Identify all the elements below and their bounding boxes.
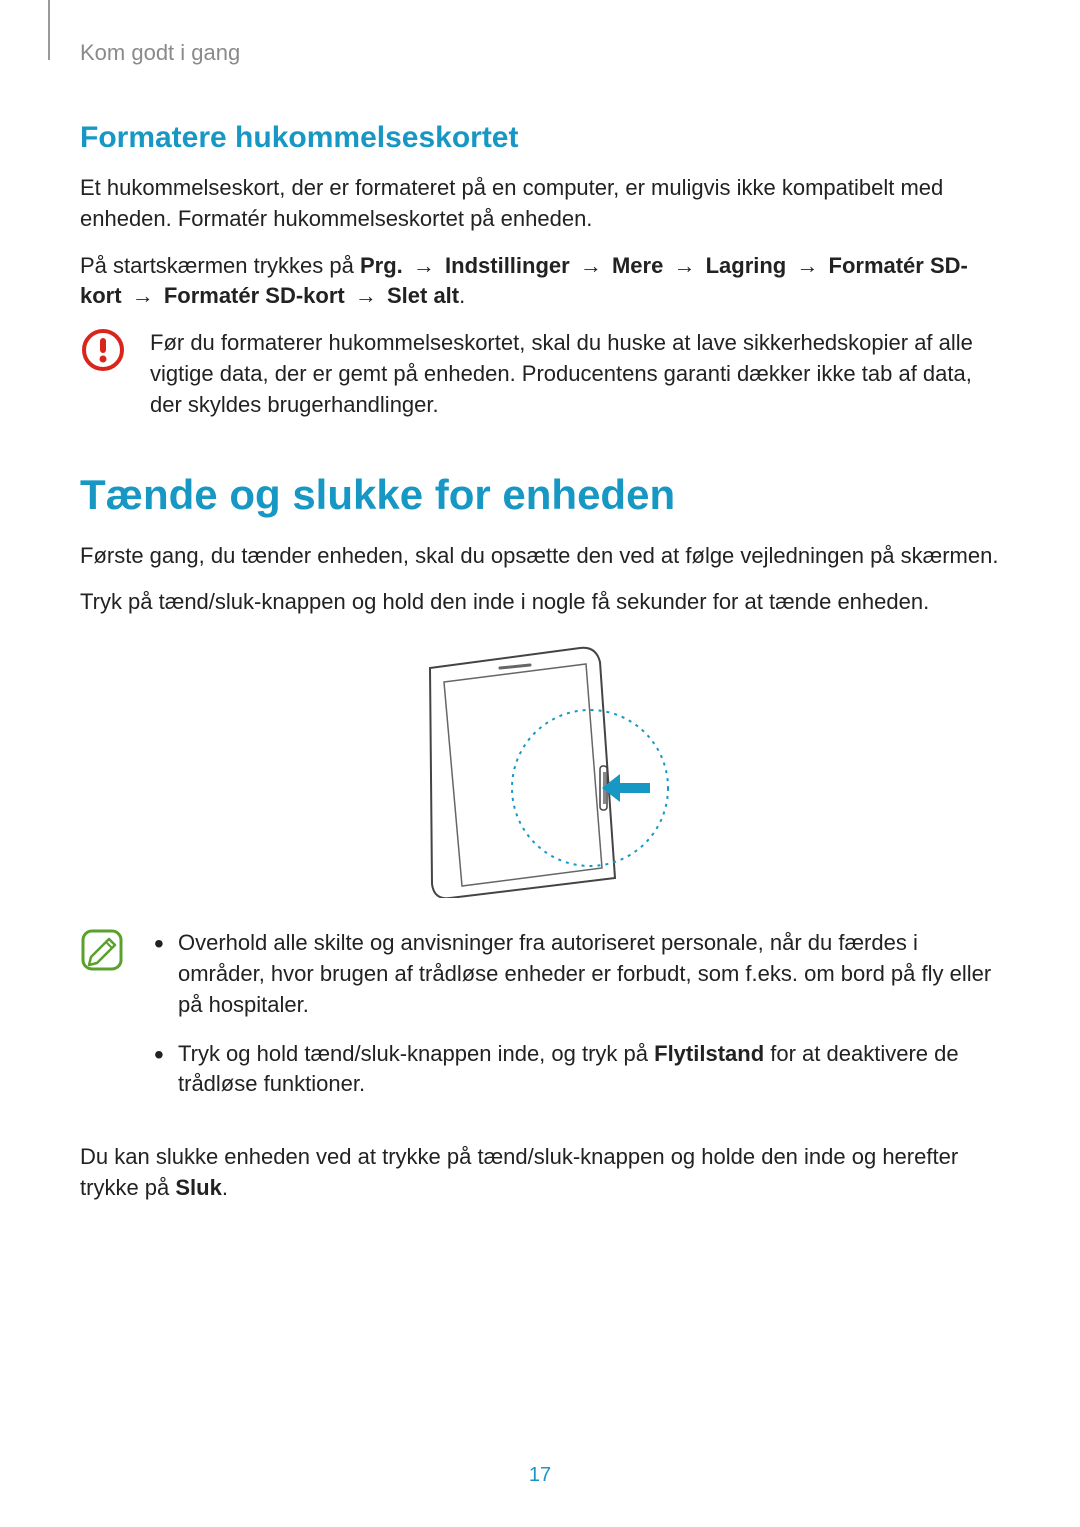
power-heading: Tænde og slukke for enheden [80,471,1000,519]
path-step-3: Mere [612,253,663,278]
note-block: Overhold alle skilte og anvisninger fra … [80,928,1000,1118]
arrow-icon: → [576,253,606,278]
warning-callout: Før du formaterer hukommelseskortet, ska… [80,328,1000,420]
format-card-heading: Formatere hukommelseskortet [80,121,1000,155]
note-icon [80,928,124,972]
power-paragraph-3: Du kan slukke enheden ved at trykke på t… [80,1142,1000,1204]
device-figure [80,638,1000,898]
header-rule [48,0,50,60]
path-step-6: Formatér SD-kort [164,283,345,308]
text: På startskærmen trykkes på [80,253,360,278]
format-card-paragraph-2: På startskærmen trykkes på Prg. → Indsti… [80,251,1000,313]
path-step-1: Prg. [360,253,403,278]
path-step-2: Indstillinger [445,253,570,278]
arrow-icon: → [669,253,699,278]
flight-mode-label: Flytilstand [654,1041,764,1066]
power-paragraph-1: Første gang, du tænder enheden, skal du … [80,541,1000,572]
arrow-icon: → [792,253,822,278]
note-item-2: Tryk og hold tænd/sluk-knappen inde, og … [178,1039,1000,1101]
arrow-icon: → [128,283,158,308]
text: . [222,1175,228,1200]
path-step-7: Slet alt [387,283,459,308]
path-step-4: Lagring [706,253,787,278]
warning-text: Før du formaterer hukommelseskortet, ska… [150,328,1000,420]
warning-icon [81,328,125,372]
power-paragraph-2: Tryk på tænd/sluk-knappen og hold den in… [80,587,1000,618]
page-content: Kom godt i gang Formatere hukommelseskor… [0,0,1080,1204]
format-card-paragraph-1: Et hukommelseskort, der er formateret på… [80,173,1000,235]
text: Tryk og hold tænd/sluk-knappen inde, og … [178,1041,654,1066]
text: . [459,283,465,308]
arrow-icon: → [351,283,381,308]
arrow-icon: → [409,253,439,278]
note-item-1: Overhold alle skilte og anvisninger fra … [178,928,1000,1020]
page-number: 17 [0,1464,1080,1487]
breadcrumb: Kom godt i gang [80,40,1000,66]
shutdown-label: Sluk [175,1175,221,1200]
